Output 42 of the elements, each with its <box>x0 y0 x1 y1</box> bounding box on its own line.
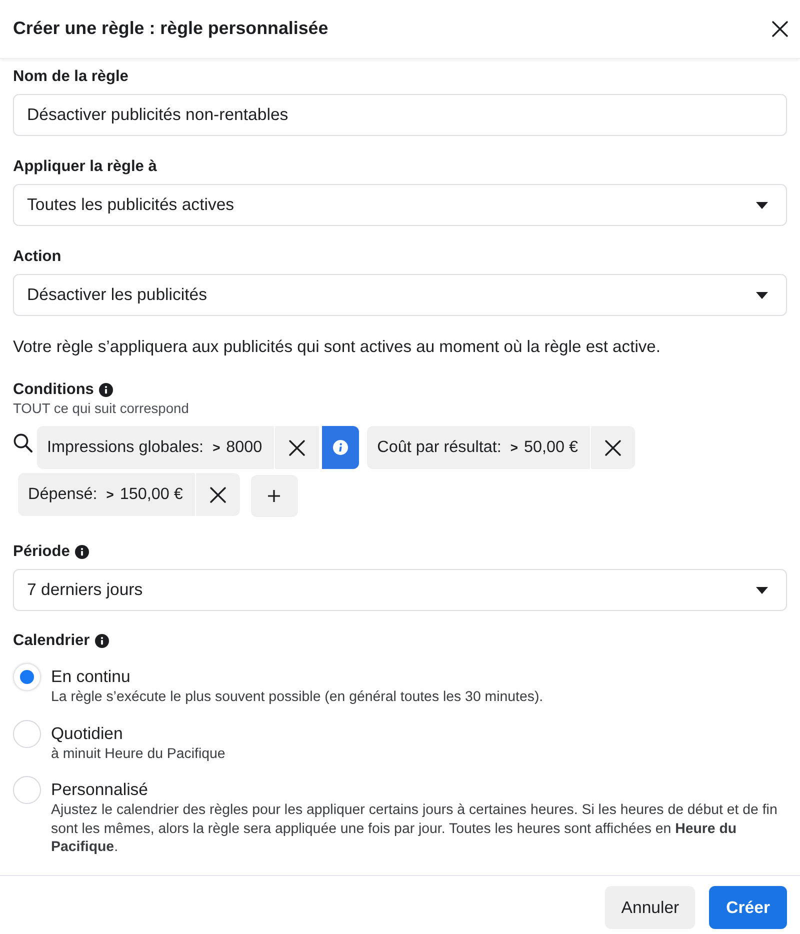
option-description: Ajustez le calendrier des règles pour les appliquer certains jours à certaines heures. Si les heures de début et de fin sont les mêmes, alors la règle sera appliquée une fois par jour. Toutes les heures sont affichées en Heure du Pacifique. <box>51 801 778 856</box>
dropdown-select[interactable]: 7 derniers jours <box>13 569 787 611</box>
dialog-title: Créer une règle : règle personnalisée <box>13 18 328 40</box>
close-icon <box>772 21 788 37</box>
dropdown-select[interactable]: Toutes les publicités actives <box>13 184 787 226</box>
field-label: Période <box>13 542 70 562</box>
conditions-subtitle: TOUT ce qui suit correspond <box>13 400 190 418</box>
search-icon <box>13 433 33 453</box>
condition-chip[interactable]: Coût par résultat: > 50,00 € <box>367 426 590 469</box>
caret-icon <box>756 202 768 208</box>
field-label: Action <box>13 247 62 267</box>
info-icon <box>333 440 348 455</box>
radio-label[interactable]: Quotidien <box>51 722 226 744</box>
remove-condition-button[interactable] <box>196 473 240 516</box>
condition-chip[interactable]: Impressions globales: > 8000 <box>37 426 274 469</box>
radio-label[interactable]: En continu <box>51 666 544 688</box>
dropdown-select[interactable]: Désactiver les publicités <box>13 274 787 316</box>
create-button[interactable]: Créer <box>709 886 787 929</box>
plus-icon <box>268 490 280 502</box>
condition-info-button[interactable] <box>322 426 360 469</box>
option-description: La règle s’exécute le plus souvent possible (en général toutes les 30 minutes). <box>51 688 544 706</box>
field-label: Conditions <box>13 380 94 400</box>
field-label: Calendrier <box>13 631 90 651</box>
field-label: Nom de la règle <box>13 67 128 87</box>
caret-icon <box>756 586 768 594</box>
remove-condition-button[interactable] <box>275 426 320 469</box>
field-label: Appliquer la règle à <box>13 157 157 177</box>
cancel-button[interactable]: Annuler <box>605 886 696 929</box>
text-input[interactable]: Désactiver publicités non-rentables <box>13 94 787 136</box>
radio-button[interactable] <box>13 720 41 748</box>
remove-condition-button[interactable] <box>590 426 635 469</box>
caret-icon <box>756 292 768 298</box>
add-condition-button[interactable] <box>250 475 298 517</box>
condition-chip[interactable]: Dépensé: > 150,00 € <box>18 473 195 516</box>
radio-label[interactable]: Personnalisé <box>51 779 787 801</box>
option-description: à minuit Heure du Pacifique <box>51 744 226 763</box>
info-text: Votre règle s’appliquera aux publicités qui sont actives au moment où la règle est active. <box>13 337 662 357</box>
radio-button[interactable] <box>13 776 41 804</box>
radio-button[interactable] <box>13 663 41 691</box>
close-icon <box>289 440 306 456</box>
close-icon <box>210 486 226 502</box>
close-icon <box>604 440 621 456</box>
